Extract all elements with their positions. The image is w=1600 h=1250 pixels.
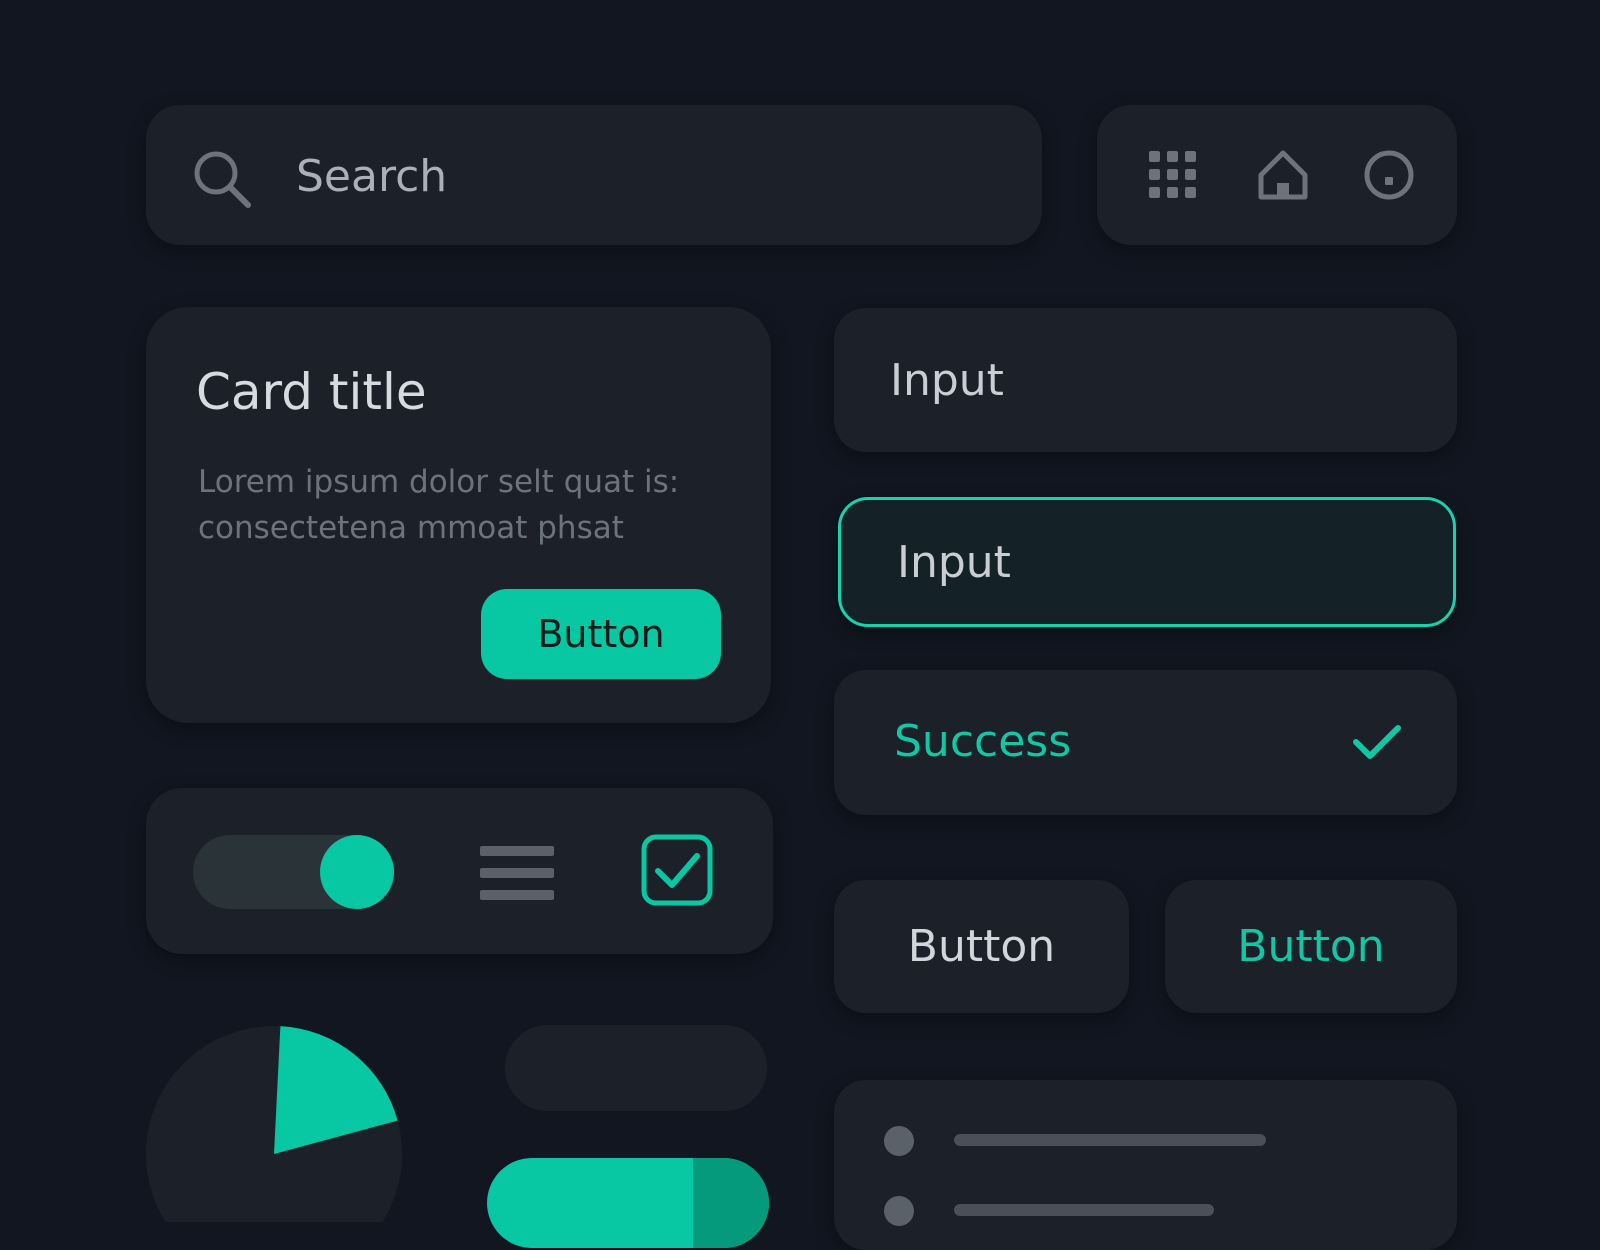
- card: Card title Lorem ipsum dolor selt quat i…: [146, 307, 771, 723]
- list-panel: [834, 1080, 1457, 1250]
- icon-toolbar: [1097, 105, 1457, 245]
- card-title: Card title: [196, 363, 427, 421]
- toggle-switch[interactable]: [193, 835, 394, 909]
- text-input[interactable]: [834, 308, 1457, 452]
- home-icon[interactable]: [1253, 145, 1313, 205]
- success-message: Success: [834, 670, 1457, 815]
- search-icon[interactable]: [190, 147, 254, 211]
- placeholder-pill: [505, 1025, 767, 1111]
- accent-button[interactable]: Button: [1165, 880, 1457, 1013]
- search-input[interactable]: [294, 143, 998, 209]
- list-item-line: [954, 1134, 1266, 1146]
- list-item-line: [954, 1204, 1214, 1216]
- success-label: Success: [894, 716, 1072, 767]
- search-bar: [146, 105, 1042, 245]
- progress-bar: [487, 1158, 769, 1248]
- circle-icon[interactable]: [1359, 145, 1419, 205]
- grid-icon[interactable]: [1143, 145, 1203, 205]
- pie-chart: [146, 1026, 402, 1222]
- list-item-bullet: [884, 1196, 914, 1226]
- check-icon: [1353, 725, 1401, 759]
- progress-bar-remaining: [692, 1158, 769, 1248]
- secondary-button[interactable]: Button: [834, 880, 1129, 1013]
- card-body: Lorem ipsum dolor selt quat is: consecte…: [198, 464, 680, 546]
- list-item-bullet: [884, 1126, 914, 1156]
- card-primary-button[interactable]: Button: [481, 589, 721, 679]
- checkbox-checked[interactable]: [641, 834, 713, 906]
- menu-icon[interactable]: [480, 842, 554, 904]
- toggle-knob: [320, 835, 394, 909]
- text-input-focused[interactable]: [838, 497, 1456, 627]
- controls-panel: [146, 788, 773, 954]
